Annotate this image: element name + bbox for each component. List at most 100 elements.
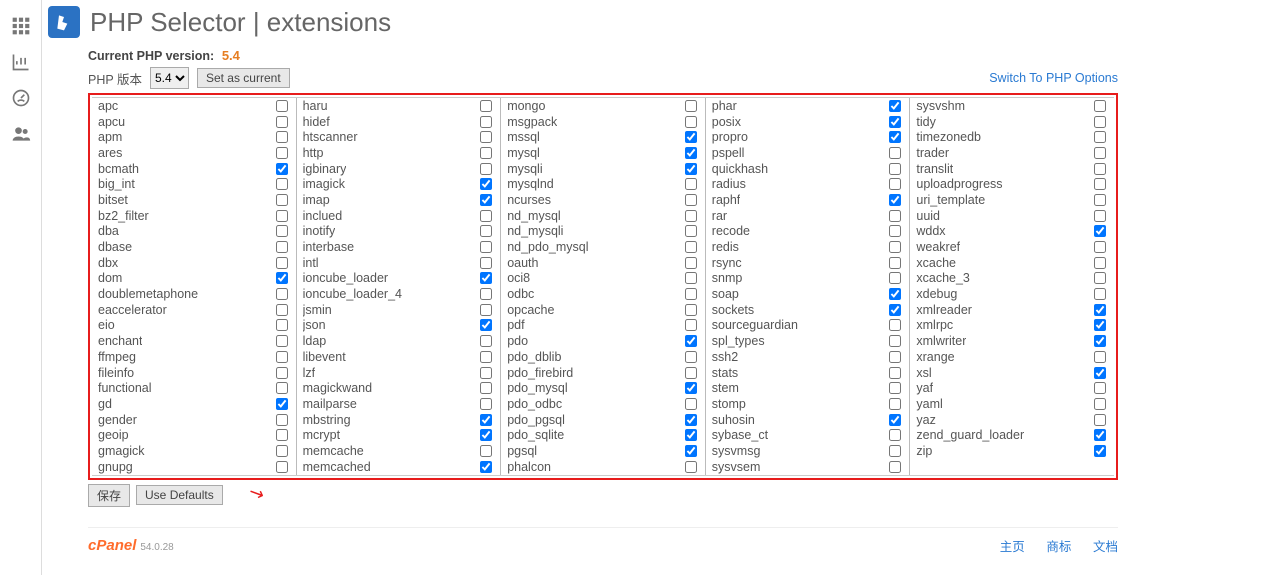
ext-checkbox[interactable]: [1094, 367, 1106, 379]
ext-checkbox[interactable]: [480, 319, 492, 331]
ext-checkbox[interactable]: [480, 272, 492, 284]
ext-checkbox[interactable]: [480, 351, 492, 363]
ext-checkbox[interactable]: [480, 398, 492, 410]
ext-checkbox[interactable]: [480, 367, 492, 379]
ext-checkbox[interactable]: [276, 398, 288, 410]
ext-checkbox[interactable]: [889, 382, 901, 394]
ext-checkbox[interactable]: [685, 351, 697, 363]
ext-checkbox[interactable]: [1094, 163, 1106, 175]
ext-checkbox[interactable]: [276, 445, 288, 457]
ext-checkbox[interactable]: [276, 100, 288, 112]
ext-checkbox[interactable]: [1094, 288, 1106, 300]
ext-checkbox[interactable]: [1094, 429, 1106, 441]
ext-checkbox[interactable]: [685, 100, 697, 112]
stats-icon[interactable]: [0, 44, 41, 80]
ext-checkbox[interactable]: [480, 414, 492, 426]
save-button[interactable]: 保存: [88, 484, 130, 507]
ext-checkbox[interactable]: [480, 210, 492, 222]
ext-checkbox[interactable]: [276, 335, 288, 347]
footer-link-trademark[interactable]: 商标: [1046, 540, 1071, 554]
ext-checkbox[interactable]: [1094, 445, 1106, 457]
ext-checkbox[interactable]: [889, 429, 901, 441]
ext-checkbox[interactable]: [276, 367, 288, 379]
ext-checkbox[interactable]: [889, 335, 901, 347]
ext-checkbox[interactable]: [480, 241, 492, 253]
ext-checkbox[interactable]: [480, 335, 492, 347]
ext-checkbox[interactable]: [685, 210, 697, 222]
ext-checkbox[interactable]: [889, 116, 901, 128]
ext-checkbox[interactable]: [276, 414, 288, 426]
ext-checkbox[interactable]: [889, 163, 901, 175]
apps-icon[interactable]: [0, 8, 41, 44]
ext-checkbox[interactable]: [889, 445, 901, 457]
ext-checkbox[interactable]: [276, 304, 288, 316]
ext-checkbox[interactable]: [1094, 414, 1106, 426]
ext-checkbox[interactable]: [480, 304, 492, 316]
ext-checkbox[interactable]: [276, 210, 288, 222]
ext-checkbox[interactable]: [1094, 335, 1106, 347]
ext-checkbox[interactable]: [480, 382, 492, 394]
ext-checkbox[interactable]: [685, 163, 697, 175]
ext-checkbox[interactable]: [889, 367, 901, 379]
ext-checkbox[interactable]: [685, 241, 697, 253]
ext-checkbox[interactable]: [685, 398, 697, 410]
ext-checkbox[interactable]: [1094, 319, 1106, 331]
ext-checkbox[interactable]: [480, 100, 492, 112]
ext-checkbox[interactable]: [276, 194, 288, 206]
ext-checkbox[interactable]: [685, 335, 697, 347]
ext-checkbox[interactable]: [685, 319, 697, 331]
ext-checkbox[interactable]: [1094, 116, 1106, 128]
ext-checkbox[interactable]: [685, 445, 697, 457]
ext-checkbox[interactable]: [685, 288, 697, 300]
ext-checkbox[interactable]: [276, 272, 288, 284]
set-current-button[interactable]: Set as current: [197, 68, 290, 88]
ext-checkbox[interactable]: [1094, 225, 1106, 237]
ext-checkbox[interactable]: [889, 210, 901, 222]
ext-checkbox[interactable]: [889, 319, 901, 331]
ext-checkbox[interactable]: [1094, 147, 1106, 159]
ext-checkbox[interactable]: [480, 163, 492, 175]
ext-checkbox[interactable]: [889, 178, 901, 190]
ext-checkbox[interactable]: [480, 429, 492, 441]
ext-checkbox[interactable]: [276, 225, 288, 237]
ext-checkbox[interactable]: [1094, 241, 1106, 253]
ext-checkbox[interactable]: [685, 461, 697, 473]
ext-checkbox[interactable]: [889, 147, 901, 159]
ext-checkbox[interactable]: [685, 131, 697, 143]
ext-checkbox[interactable]: [480, 178, 492, 190]
ext-checkbox[interactable]: [276, 351, 288, 363]
footer-link-docs[interactable]: 文档: [1093, 540, 1118, 554]
ext-checkbox[interactable]: [685, 304, 697, 316]
users-icon[interactable]: [0, 116, 41, 152]
ext-checkbox[interactable]: [276, 147, 288, 159]
ext-checkbox[interactable]: [1094, 210, 1106, 222]
ext-checkbox[interactable]: [889, 241, 901, 253]
ext-checkbox[interactable]: [1094, 194, 1106, 206]
ext-checkbox[interactable]: [889, 194, 901, 206]
ext-checkbox[interactable]: [276, 288, 288, 300]
ext-checkbox[interactable]: [1094, 131, 1106, 143]
ext-checkbox[interactable]: [480, 194, 492, 206]
ext-checkbox[interactable]: [1094, 257, 1106, 269]
ext-checkbox[interactable]: [480, 131, 492, 143]
ext-checkbox[interactable]: [685, 272, 697, 284]
ext-checkbox[interactable]: [1094, 100, 1106, 112]
switch-to-options-link[interactable]: Switch To PHP Options: [989, 71, 1118, 85]
ext-checkbox[interactable]: [276, 319, 288, 331]
ext-checkbox[interactable]: [889, 257, 901, 269]
ext-checkbox[interactable]: [685, 116, 697, 128]
ext-checkbox[interactable]: [276, 131, 288, 143]
php-version-select[interactable]: 5.4: [150, 67, 189, 89]
ext-checkbox[interactable]: [276, 116, 288, 128]
ext-checkbox[interactable]: [889, 272, 901, 284]
ext-checkbox[interactable]: [685, 382, 697, 394]
ext-checkbox[interactable]: [889, 461, 901, 473]
ext-checkbox[interactable]: [480, 116, 492, 128]
footer-link-home[interactable]: 主页: [1000, 540, 1025, 554]
ext-checkbox[interactable]: [685, 194, 697, 206]
ext-checkbox[interactable]: [1094, 178, 1106, 190]
ext-checkbox[interactable]: [685, 178, 697, 190]
ext-checkbox[interactable]: [889, 398, 901, 410]
ext-checkbox[interactable]: [480, 257, 492, 269]
ext-checkbox[interactable]: [685, 367, 697, 379]
